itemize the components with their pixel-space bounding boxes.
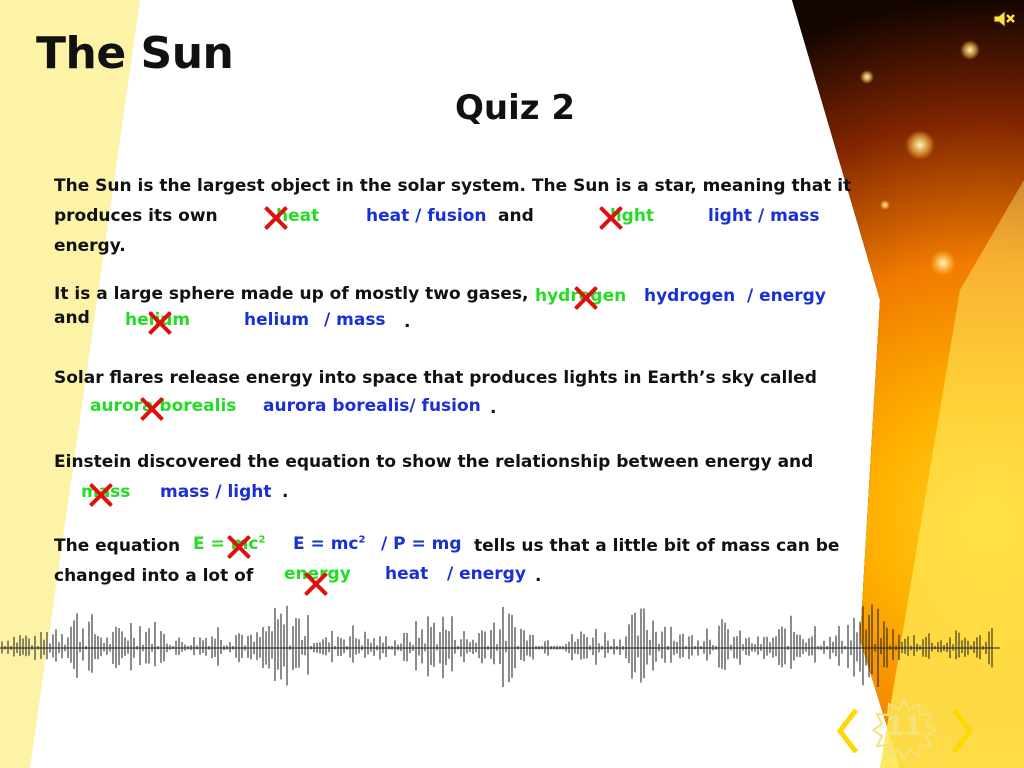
- page-title: The Sun: [36, 28, 234, 79]
- superscript-2: 2: [258, 534, 266, 546]
- q5-text-post: tells us that a little bit of mass can b…: [474, 536, 840, 556]
- q5-text-prefix: The equation: [54, 536, 181, 556]
- audio-waveform: [0, 604, 1000, 688]
- wrong-mark-icon: [226, 534, 252, 560]
- q4-period: .: [282, 482, 289, 502]
- q1-text-line1: The Sun is the largest object in the sol…: [54, 176, 852, 196]
- q1-options-1[interactable]: heat / fusion: [366, 206, 487, 226]
- q2-text-and: and: [54, 308, 90, 328]
- wrong-mark-icon: [147, 310, 173, 336]
- chevron-right-icon[interactable]: [948, 706, 978, 756]
- wrong-mark-icon: [573, 285, 599, 311]
- q5-options-2[interactable]: heat: [385, 564, 428, 584]
- q2-options-2-alt[interactable]: / mass: [324, 310, 386, 330]
- q2-options-1-alt[interactable]: / energy: [747, 286, 826, 306]
- q5-options-1-text: E = mc: [293, 534, 359, 554]
- q2-options-1[interactable]: hydrogen: [644, 286, 735, 306]
- wrong-mark-icon: [303, 571, 329, 597]
- page-number: 11: [885, 712, 923, 742]
- wrong-mark-icon: [139, 396, 165, 422]
- q3-options[interactable]: aurora borealis/ fusion: [263, 396, 481, 416]
- q1-text-line3: energy.: [54, 236, 126, 256]
- q5-options-2-alt[interactable]: / energy: [447, 564, 526, 584]
- q5-text-line2: changed into a lot of: [54, 566, 254, 586]
- q3-period: .: [490, 398, 497, 418]
- wrong-mark-icon: [598, 205, 624, 231]
- q4-options[interactable]: mass / light: [160, 482, 272, 502]
- wrong-mark-icon: [263, 205, 289, 231]
- q3-text-line1: Solar flares release energy into space t…: [54, 368, 817, 388]
- chevron-left-icon[interactable]: [832, 706, 862, 756]
- q5-options-1-alt[interactable]: / P = mg: [381, 534, 462, 554]
- q2-period: .: [404, 312, 411, 332]
- q4-text-line1: Einstein discovered the equation to show…: [54, 452, 814, 472]
- q2-text-line1: It is a large sphere made up of mostly t…: [54, 284, 529, 304]
- superscript-2: 2: [358, 534, 366, 546]
- wrong-mark-icon: [88, 482, 114, 508]
- q1-text-prefix: produces its own: [54, 206, 218, 226]
- q2-options-2[interactable]: helium: [244, 310, 309, 330]
- q5-options-1[interactable]: E = mc2: [293, 534, 365, 554]
- q1-options-2[interactable]: light / mass: [708, 206, 820, 226]
- q5-period: .: [535, 566, 542, 586]
- speaker-muted-icon[interactable]: [992, 8, 1016, 30]
- q1-text-and: and: [498, 206, 534, 226]
- quiz-subtitle: Quiz 2: [455, 88, 576, 128]
